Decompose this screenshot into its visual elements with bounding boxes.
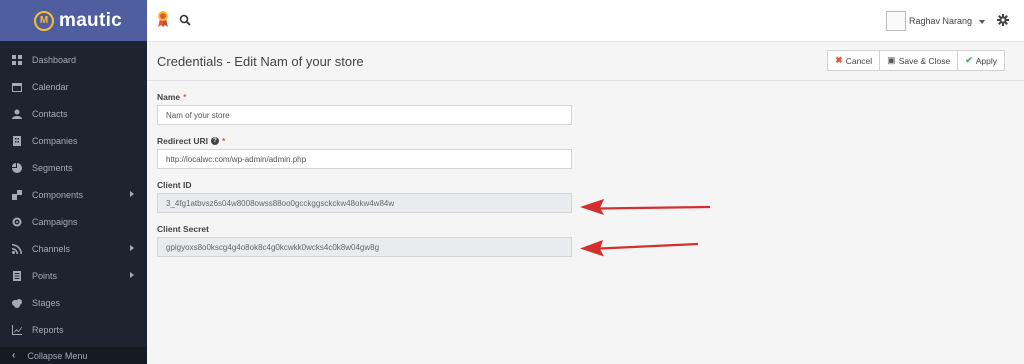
page-header: Credentials - Edit Nam of your store ✖ C… (147, 42, 1024, 81)
client-id-label: Client ID (157, 179, 192, 190)
annotation-arrow-icon (580, 199, 711, 215)
name-label-text: Name (157, 91, 181, 102)
sidebar-item-channels[interactable]: Channels (0, 235, 147, 262)
sidebar-item-dashboard[interactable]: Dashboard (0, 46, 147, 73)
sidebar-item-campaigns[interactable]: Campaigns (0, 208, 147, 235)
points-icon (12, 270, 22, 281)
annotation-arrow-icon (580, 240, 699, 257)
name-field-group: Name * Nam of your store (157, 90, 572, 125)
chevron-down-icon[interactable] (979, 20, 985, 24)
client-id-field[interactable]: 3_4fg1atbvsz6s04w8008owss88oo0gcckggsckc… (157, 193, 572, 213)
contacts-icon (12, 109, 22, 119)
user-name[interactable]: Raghav Narang (909, 16, 972, 26)
collapse-menu-label: Collapse Menu (27, 350, 88, 361)
sidebar-item-reports[interactable]: Reports (0, 316, 147, 343)
components-icon (12, 189, 22, 200)
client-secret-label: Client Secret (157, 223, 209, 234)
redirect-uri-input[interactable]: http://localwc.com/wp-admin/admin.php (157, 149, 572, 169)
segments-icon (12, 162, 22, 173)
sidebar-item-segments[interactable]: Segments (0, 154, 147, 181)
client-secret-field[interactable]: gpigyoxs8o0kscg4g4o8ok8c4g0kcwkk0wcks4c0… (157, 237, 572, 257)
campaigns-icon (12, 217, 22, 227)
collapse-menu-button[interactable]: ‹ Collapse Menu (0, 347, 147, 364)
sidebar-item-label: Reports (32, 324, 64, 335)
help-icon[interactable]: ? (211, 136, 220, 145)
check-icon: ✔ (965, 55, 973, 65)
client-secret-field-group: Client Secret gpigyoxs8o0kscg4g4o8ok8c4g… (157, 222, 572, 257)
chevron-right-icon (130, 245, 134, 251)
gear-icon[interactable] (997, 14, 1009, 26)
channels-icon (12, 243, 22, 254)
save-icon: ▣ (887, 55, 896, 65)
logo-text: mautic (59, 9, 123, 31)
required-marker: * (222, 135, 226, 146)
search-icon[interactable] (179, 14, 191, 26)
sidebar-item-label: Companies (32, 135, 78, 146)
companies-icon (12, 135, 22, 146)
sidebar-item-label: Dashboard (32, 54, 77, 65)
chevron-left-icon: ‹ (12, 350, 16, 361)
cancel-button[interactable]: ✖ Cancel (827, 50, 881, 71)
form-actions: ✖ Cancel ▣ Save & Close ✔ Apply (827, 50, 1005, 71)
sidebar-item-label: Components (32, 189, 84, 200)
save-close-button-label: Save & Close (898, 55, 951, 66)
stages-icon (12, 298, 22, 308)
credentials-form: Name * Nam of your store Redirect URI ? … (157, 90, 572, 266)
save-close-button[interactable]: ▣ Save & Close (879, 50, 959, 71)
apply-button-label: Apply (975, 55, 997, 66)
dashboard-icon (12, 54, 22, 65)
reports-icon (12, 324, 22, 335)
client-id-field-group: Client ID 3_4fg1atbvsz6s04w8008owss88oo0… (157, 178, 572, 213)
chevron-right-icon (130, 191, 134, 197)
sidebar-item-components[interactable]: Components (0, 181, 147, 208)
redirect-uri-label-text: Redirect URI (157, 135, 209, 146)
mautic-logo-icon: M (34, 10, 54, 31)
name-label: Name * (157, 90, 572, 103)
sidebar-item-label: Stages (32, 297, 61, 308)
redirect-uri-field-group: Redirect URI ? * http://localwc.com/wp-a… (157, 134, 572, 169)
sidebar-item-calendar[interactable]: Calendar (0, 73, 147, 100)
sidebar-item-companies[interactable]: Companies (0, 127, 147, 154)
close-icon: ✖ (835, 55, 843, 65)
sidebar-item-points[interactable]: Points (0, 262, 147, 289)
calendar-icon (12, 82, 22, 92)
sidebar-item-label: Segments (32, 162, 73, 173)
required-marker: * (183, 91, 187, 102)
sidebar-item-label: Contacts (32, 108, 68, 119)
avatar[interactable] (886, 11, 906, 31)
sidebar: M mautic Dashboard Calendar Contacts Com… (0, 0, 147, 364)
cancel-button-label: Cancel (845, 55, 873, 66)
sidebar-item-label: Points (32, 270, 58, 281)
sidebar-item-label: Calendar (32, 81, 69, 92)
sidebar-item-label: Channels (32, 243, 71, 254)
chevron-right-icon (130, 272, 134, 278)
sidebar-item-contacts[interactable]: Contacts (0, 100, 147, 127)
notifications-icon[interactable] (157, 10, 169, 28)
sidebar-item-stages[interactable]: Stages (0, 289, 147, 316)
top-bar: Raghav Narang (147, 0, 1024, 42)
page-title: Credentials - Edit Nam of your store (157, 54, 364, 69)
sidebar-item-label: Campaigns (32, 216, 78, 227)
name-input[interactable]: Nam of your store (157, 105, 572, 125)
sidebar-nav: Dashboard Calendar Contacts Companies Se… (0, 41, 147, 343)
logo[interactable]: M mautic (0, 0, 147, 41)
redirect-uri-label: Redirect URI ? * (157, 134, 572, 147)
apply-button[interactable]: ✔ Apply (957, 50, 1005, 71)
